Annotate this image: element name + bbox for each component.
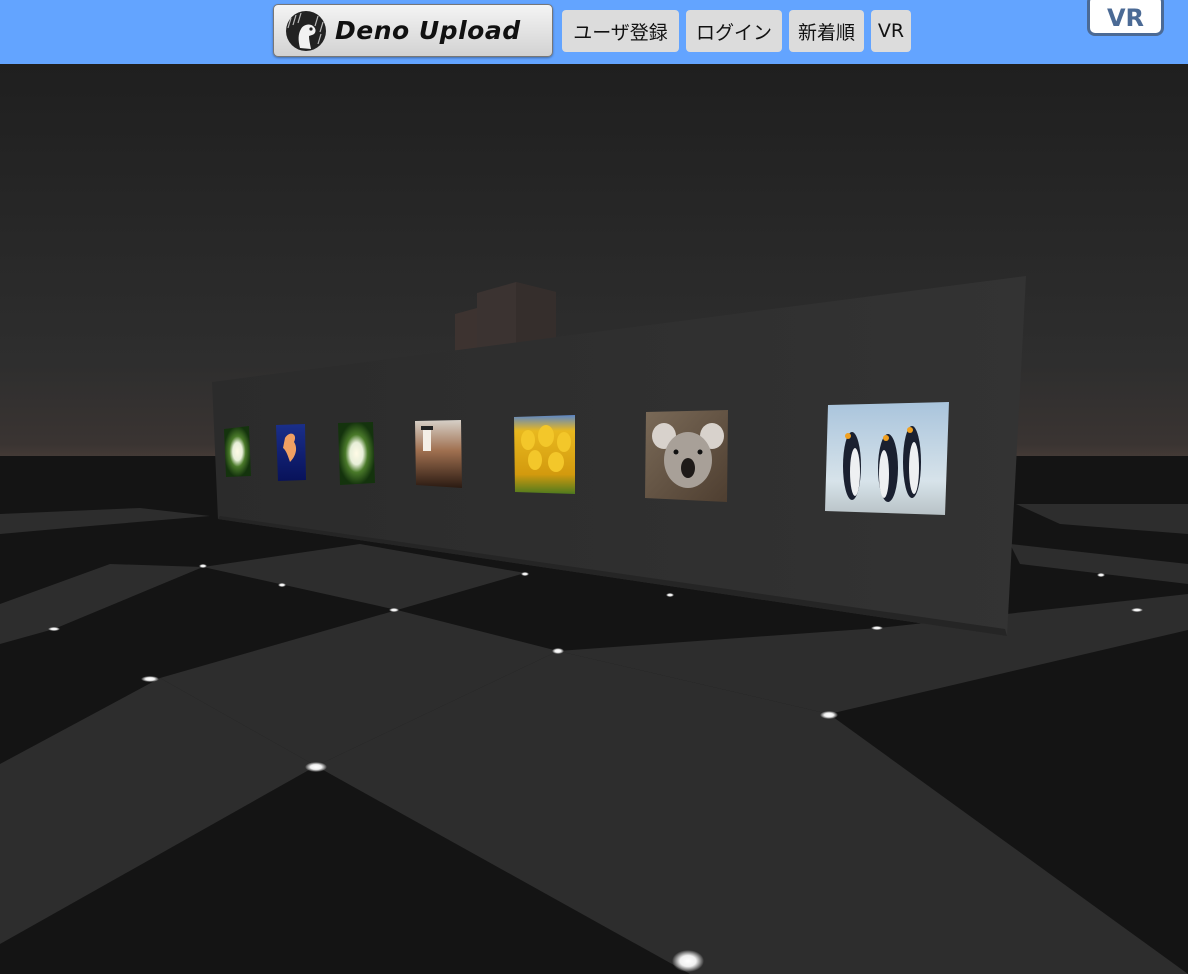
photo-frame-flower-photo[interactable] [224,426,251,477]
photo-frame-koala-photo[interactable] [645,410,728,502]
photo-frame-jellyfish-photo[interactable] [276,424,306,481]
deno-upload-logo-button[interactable]: Deno Upload [273,4,553,57]
photo-frame-flower-photo[interactable] [338,422,375,485]
login-button[interactable]: ログイン [686,10,782,52]
photo-frame-penguins-photo[interactable] [825,402,949,515]
enter-vr-button[interactable]: VR [1087,0,1164,36]
deno-dinosaur-icon [286,10,326,51]
photo-frame-lighthouse-photo[interactable] [415,420,462,488]
logo-title: Deno Upload [335,16,521,45]
vr-nav-button[interactable]: VR [871,10,911,52]
top-navigation-bar: Deno Upload ユーザ登録 ログイン 新着順 VR VR [0,0,1188,64]
photo-frame-tulips-photo[interactable] [514,415,575,494]
register-button[interactable]: ユーザ登録 [562,10,679,52]
vr-gallery-scene[interactable] [0,64,1188,974]
newest-sort-button[interactable]: 新着順 [789,10,864,52]
